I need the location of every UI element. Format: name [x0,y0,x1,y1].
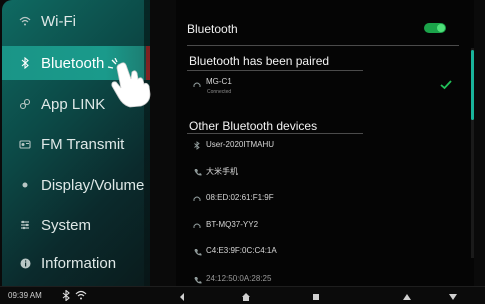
sidebar-item-label: Wi-Fi [41,12,76,30]
headphones-icon [193,222,203,232]
system-icon [18,218,32,232]
home-button[interactable] [240,290,252,302]
sidebar-item-information[interactable]: Information [2,246,150,280]
wifi-status-icon [75,290,87,302]
paired-device-name: MG-C1 [206,77,232,86]
bluetooth-toggle[interactable] [424,23,446,33]
sidebar-item-label: System [41,216,92,234]
screen: Wi-Fi Bluetooth App LINK FM Transmit Dis [0,0,485,304]
bluetooth-status-icon [62,289,70,303]
sidebar-item-label: Display/Volume [41,176,145,194]
device-name: 24:12:50:0A:28:25 [206,274,272,283]
device-name: BT-MQ37-YY2 [206,220,259,229]
check-icon [439,78,453,90]
radio-icon [18,137,32,151]
link-icon [18,97,32,111]
phone-icon [194,168,204,178]
sidebar-item-wifi[interactable]: Wi-Fi [2,4,150,38]
sidebar-item-label: FM Transmit [41,135,125,153]
sidebar-item-fm-transmit[interactable]: FM Transmit [2,127,150,161]
volume-down-button[interactable] [447,290,459,302]
bluetooth-toggle-label: Bluetooth [187,22,238,36]
scrollbar-thumb[interactable] [471,50,474,120]
bluetooth-icon [194,141,204,151]
headphones-icon [193,81,203,91]
volume-up-button[interactable] [401,290,413,302]
sidebar-item-label: Bluetooth [41,54,105,72]
sidebar-item-label: Information [41,254,117,272]
headphones-icon [193,195,203,205]
recent-apps-button[interactable] [310,290,322,302]
phone-icon [194,276,204,286]
bluetooth-icon [18,56,32,70]
sidebar: Wi-Fi Bluetooth App LINK FM Transmit Dis [2,0,150,286]
paired-device-status: Connected [207,89,232,95]
bottom-bar: 09:39 AM [0,286,485,304]
hand-pointer-icon [106,57,158,108]
sidebar-item-label: App LINK [41,95,106,113]
display-icon [18,178,32,192]
clock: 09:39 AM [8,291,42,300]
back-button[interactable] [176,290,188,302]
sidebar-item-system[interactable]: System [2,208,150,242]
info-icon [18,256,32,270]
other-devices-header: Other Bluetooth devices [189,119,318,133]
divider [187,133,363,134]
sidebar-item-display-volume[interactable]: Display/Volume [2,168,150,202]
wifi-icon [18,14,32,28]
paired-section-header: Bluetooth has been paired [189,54,330,68]
device-name: C4:E3:9F:0C:C4:1A [206,246,277,255]
divider [187,70,363,71]
device-name: 08:ED:02:61:F1:9F [206,193,274,202]
phone-icon [194,248,204,258]
device-name: User-2020ITMAHU [206,140,275,149]
device-name: 大米手机 [206,167,238,176]
bluetooth-panel: Bluetooth Bluetooth has been paired MG-C… [176,0,474,286]
divider [187,45,459,46]
